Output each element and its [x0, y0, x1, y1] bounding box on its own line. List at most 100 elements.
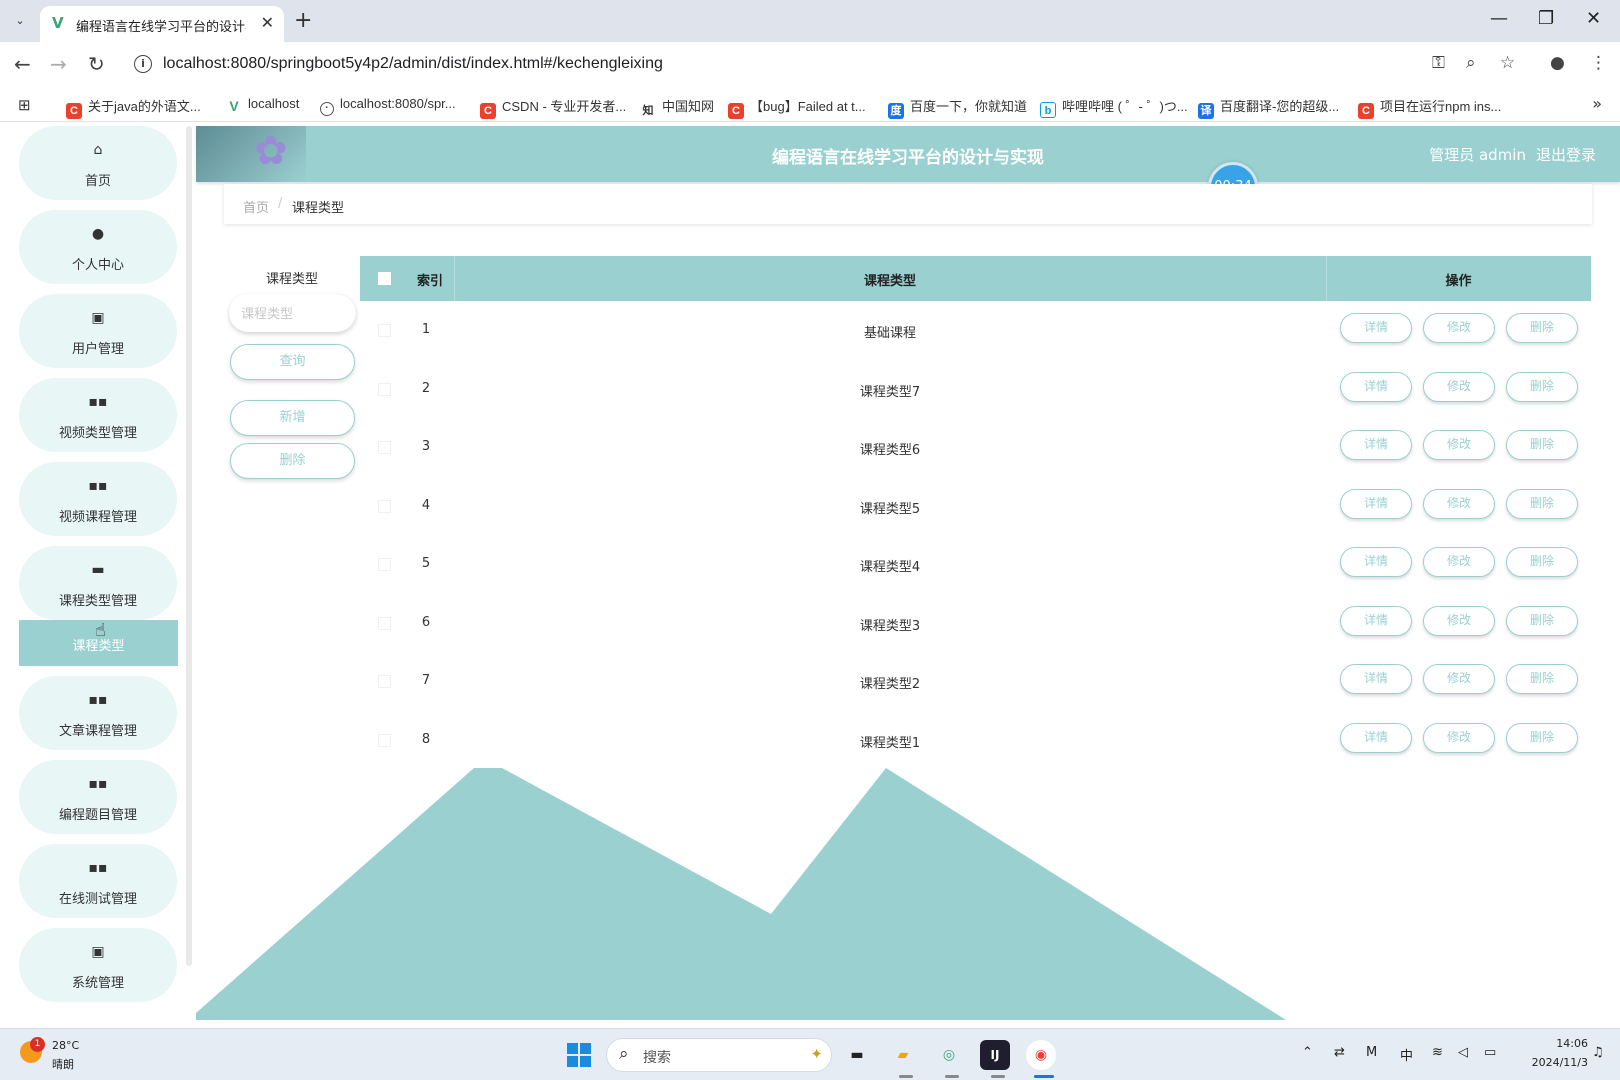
edit-button[interactable]: 修改 [1423, 722, 1495, 753]
windows-start-icon[interactable] [567, 1043, 591, 1067]
detail-button[interactable]: 详情 [1340, 313, 1412, 343]
row-checkbox[interactable] [378, 675, 391, 688]
table-row[interactable]: 1 基础课程 详情 修改 删除 [360, 302, 1591, 360]
table-row[interactable]: 8 课程类型1 详情 修改 删除 [360, 711, 1591, 770]
url-field[interactable]: localhost:8080/springboot5y4p2/admin/dis… [163, 55, 663, 73]
app-icon[interactable]: ◎ [934, 1040, 964, 1070]
bookmarks-overflow-icon[interactable]: » [1592, 94, 1602, 113]
table-row[interactable]: 3 课程类型6 详情 修改 删除 [360, 419, 1591, 477]
edit-button[interactable]: 修改 [1423, 313, 1495, 343]
breadcrumb-home[interactable]: 首页 [243, 197, 269, 216]
sidebar-item-user-management[interactable]: ▣ 用户管理 [19, 294, 177, 368]
table-row[interactable]: 6 课程类型3 详情 修改 删除 [360, 594, 1591, 653]
batch-delete-button[interactable]: 删除 [230, 443, 355, 479]
row-checkbox[interactable] [378, 441, 391, 454]
row-checkbox[interactable] [378, 558, 391, 571]
edit-button[interactable]: 修改 [1423, 664, 1495, 694]
delete-button[interactable]: 删除 [1506, 722, 1578, 753]
edit-button[interactable]: 修改 [1423, 371, 1495, 402]
row-checkbox[interactable] [378, 324, 391, 337]
detail-button[interactable]: 详情 [1340, 488, 1412, 519]
reload-icon[interactable]: ↻ [88, 52, 105, 76]
detail-button[interactable]: 详情 [1340, 430, 1412, 460]
bookmark-star-icon[interactable]: ☆ [1500, 53, 1515, 73]
weather-description[interactable]: 晴朗 [52, 1056, 74, 1072]
row-checkbox[interactable] [378, 733, 391, 747]
query-button[interactable]: 查询 [230, 344, 355, 380]
file-explorer-icon[interactable]: ▰ [888, 1040, 918, 1070]
bookmark-item[interactable]: Vlocalhost [226, 96, 299, 114]
course-type-search-input[interactable] [229, 294, 356, 332]
delete-button[interactable]: 删除 [1506, 488, 1578, 519]
profile-icon[interactable]: ● [1550, 53, 1565, 73]
new-tab-icon[interactable]: + [294, 8, 312, 33]
apps-grid-icon[interactable]: ⊞ [18, 96, 31, 114]
detail-button[interactable]: 详情 [1340, 547, 1412, 577]
zoom-icon[interactable]: ⌕ [1466, 53, 1476, 73]
browser-tab[interactable]: V 编程语言在线学习平台的设计与实现 ✕ [40, 6, 284, 42]
bookmark-item[interactable]: 度百度一下，你就知道 [888, 96, 1027, 119]
sidebar-item-video-course[interactable]: ▪▪ 视频课程管理 [19, 462, 177, 536]
sidebar-item-system[interactable]: ▣ 系统管理 [19, 928, 177, 1002]
edit-button[interactable]: 修改 [1423, 547, 1495, 577]
minimize-icon[interactable]: — [1490, 8, 1508, 29]
table-row[interactable]: 7 课程类型2 详情 修改 删除 [360, 653, 1591, 711]
edit-button[interactable]: 修改 [1423, 430, 1495, 460]
detail-button[interactable]: 详情 [1340, 371, 1412, 402]
bookmark-item[interactable]: 知中国知网 [640, 96, 715, 119]
row-checkbox[interactable] [378, 382, 391, 396]
clock-time[interactable]: 14:06 [1546, 1037, 1588, 1050]
back-icon[interactable]: ← [14, 52, 31, 76]
add-button[interactable]: 新增 [230, 400, 355, 436]
tray-app-icon[interactable]: M [1366, 1045, 1377, 1060]
delete-button[interactable]: 删除 [1506, 313, 1578, 343]
row-checkbox[interactable] [378, 616, 391, 630]
window-close-icon[interactable]: ✕ [1586, 8, 1601, 29]
notification-bell-icon[interactable]: ♫ [1592, 1045, 1604, 1060]
ime-indicator[interactable]: 中 [1400, 1045, 1413, 1064]
delete-button[interactable]: 删除 [1506, 547, 1578, 577]
table-row[interactable]: 2 课程类型7 详情 修改 删除 [360, 360, 1591, 419]
intellij-icon[interactable]: IJ [980, 1040, 1010, 1070]
sidebar-item-article-course[interactable]: ▪▪ 文章课程管理 [19, 676, 177, 750]
taskbar-search[interactable]: ⌕ 搜索 ✦ [606, 1038, 832, 1072]
bookmark-item[interactable]: C CSDN - 专业开发者... [480, 96, 626, 119]
delete-button[interactable]: 删除 [1506, 664, 1578, 694]
edit-button[interactable]: 修改 [1423, 605, 1495, 636]
tab-close-icon[interactable]: ✕ [261, 13, 274, 32]
weather-temperature[interactable]: 28°C [52, 1039, 79, 1052]
battery-icon[interactable]: ▭ [1484, 1045, 1496, 1060]
volume-muted-icon[interactable]: ◁ [1458, 1045, 1468, 1060]
forward-icon[interactable]: → [50, 52, 67, 76]
bookmark-item[interactable]: b 哔哩哔哩 ( ゜- ゜)つ... [1040, 96, 1188, 118]
sidebar-item-personal-center[interactable]: ● 个人中心 [19, 210, 177, 284]
table-row[interactable]: 5 课程类型4 详情 修改 删除 [360, 536, 1591, 594]
wifi-icon[interactable]: ≋ [1432, 1045, 1443, 1060]
select-all-checkbox[interactable] [378, 272, 391, 285]
table-row[interactable]: 4 课程类型5 详情 修改 删除 [360, 477, 1591, 536]
restore-icon[interactable]: ❐ [1538, 8, 1554, 29]
tray-chevron-icon[interactable]: ⌃ [1302, 1045, 1313, 1060]
password-key-icon[interactable]: ⚿ [1432, 53, 1445, 73]
row-checkbox[interactable] [378, 499, 391, 513]
clock-date[interactable]: 2024/11/3 [1518, 1056, 1588, 1069]
bookmark-item[interactable]: 译百度翻译-您的超级... [1198, 96, 1339, 119]
sidebar-scrollbar[interactable] [186, 126, 192, 966]
sidebar-item-online-test[interactable]: ▪▪ 在线测试管理 [19, 844, 177, 918]
delete-button[interactable]: 删除 [1506, 371, 1578, 402]
detail-button[interactable]: 详情 [1340, 605, 1412, 636]
menu-kebab-icon[interactable]: ⋮ [1590, 53, 1607, 73]
edit-button[interactable]: 修改 [1423, 488, 1495, 519]
detail-button[interactable]: 详情 [1340, 664, 1412, 694]
tray-settings-icon[interactable]: ⇄ [1334, 1045, 1345, 1060]
logout-link[interactable]: 退出登录 [1536, 146, 1596, 164]
sidebar-item-home[interactable]: ⌂ 首页 [19, 126, 177, 200]
delete-button[interactable]: 删除 [1506, 430, 1578, 460]
tab-list-chevron-icon[interactable]: ⌄ [8, 9, 32, 33]
site-info-icon[interactable]: i [134, 55, 152, 73]
bookmark-item[interactable]: C 【bug】Failed at t... [728, 96, 866, 119]
delete-button[interactable]: 删除 [1506, 605, 1578, 636]
sidebar-item-course-type-management[interactable]: ▬ 课程类型管理 [19, 546, 177, 620]
sidebar-item-video-type[interactable]: ▪▪ 视频类型管理 [19, 378, 177, 452]
chrome-icon[interactable]: ◉ [1026, 1040, 1056, 1070]
